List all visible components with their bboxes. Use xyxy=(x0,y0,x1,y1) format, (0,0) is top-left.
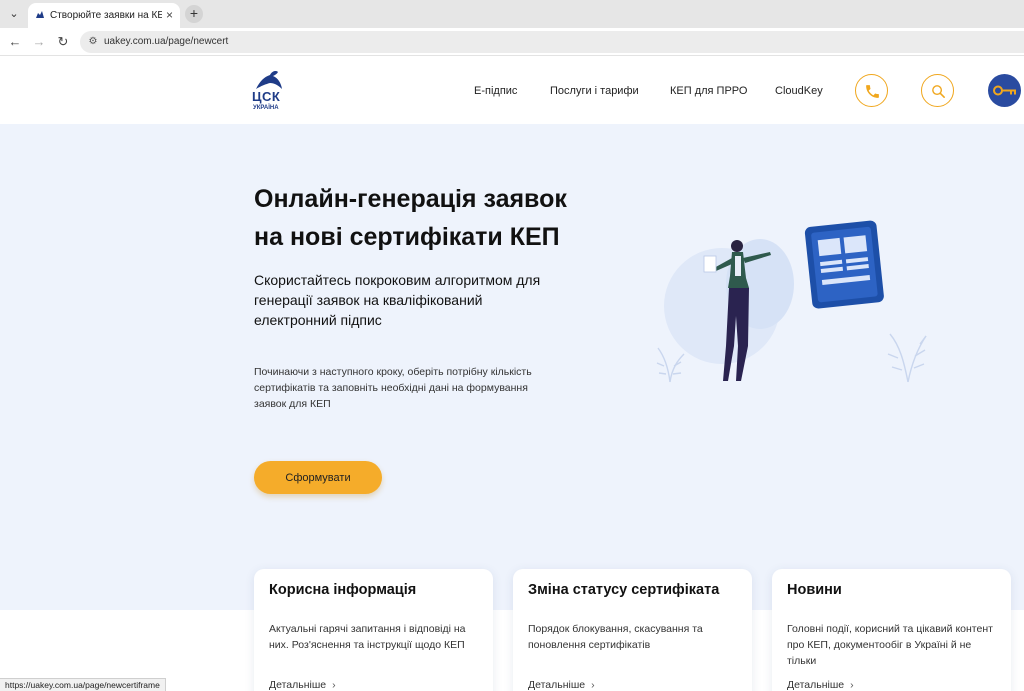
logo-bird-icon xyxy=(256,71,282,89)
card-text: Порядок блокування, скасування та поновл… xyxy=(528,623,703,651)
site-info-icon[interactable]: ⚙ xyxy=(86,35,100,49)
browser-status-url: https://uakey.com.ua/page/newcertiframe xyxy=(0,678,166,691)
card-details-link[interactable]: Детальніше › xyxy=(787,679,854,691)
page-title-line-2: на нові сертифікати КЕП xyxy=(254,223,560,251)
chevron-right-icon: › xyxy=(332,679,336,691)
plant-right-icon xyxy=(887,333,927,383)
card-details-link[interactable]: Детальніше › xyxy=(269,679,336,691)
card-details-label: Детальніше xyxy=(269,679,327,691)
tab-close-icon[interactable]: × xyxy=(166,8,173,22)
site-favicon-icon xyxy=(36,11,44,18)
phone-button[interactable] xyxy=(855,74,888,107)
search-icon xyxy=(932,85,945,98)
tab-title: Створюйте заявки на КЕП онлайн xyxy=(50,10,162,21)
chevron-right-icon: › xyxy=(850,679,854,691)
new-tab-button[interactable]: + xyxy=(185,5,203,23)
plant-left-icon xyxy=(656,347,685,383)
site-header: ЦСК УКРАЇНА Е-підпис Послуги і тарифи КЕ… xyxy=(0,57,1024,124)
reload-icon[interactable]: ↻ xyxy=(55,34,71,50)
browser-tab-active[interactable]: Створюйте заявки на КЕП онлайн × xyxy=(28,3,180,28)
url-text: uakey.com.ua/page/newcert xyxy=(104,36,229,47)
chevron-right-icon: › xyxy=(591,679,595,691)
browser-tab-bar: ⌄ Створюйте заявки на КЕП онлайн × + xyxy=(0,0,1024,28)
hero-lead-text: Скористайтесь покроковим алгоритмом для … xyxy=(254,272,541,328)
card-title: Корисна інформація xyxy=(269,582,417,598)
card-details-link[interactable]: Детальніше › xyxy=(528,679,595,691)
card-useful-info[interactable]: Корисна інформація Актуальні гарячі запи… xyxy=(254,569,493,691)
hero-note-text: Починаючи з наступного кроку, оберіть по… xyxy=(254,366,532,410)
card-details-label: Детальніше xyxy=(787,679,845,691)
card-title: Новини xyxy=(787,582,842,598)
card-news[interactable]: Новини Головні події, корисний та цікави… xyxy=(772,569,1011,691)
browser-address-bar: ← → ↻ ⚙ uakey.com.ua/page/newcert xyxy=(0,28,1024,56)
forward-arrow-icon[interactable]: → xyxy=(31,34,47,50)
logo-subtitle: УКРАЇНА xyxy=(253,105,279,111)
nav-item-cloudkey[interactable]: CloudKey xyxy=(775,84,823,98)
hero-section: Онлайн-генерація заявок на нові сертифік… xyxy=(0,124,1024,610)
card-details-label: Детальніше xyxy=(528,679,586,691)
page-title-line-1: Онлайн-генерація заявок xyxy=(254,185,567,213)
card-certificate-status[interactable]: Зміна статусу сертифіката Порядок блокув… xyxy=(513,569,752,691)
cabinet-key-button[interactable] xyxy=(988,74,1021,107)
search-button[interactable] xyxy=(921,74,954,107)
nav-item-e-signature[interactable]: Е-підпис xyxy=(474,84,517,98)
page-title: Онлайн-генерація заявок на нові сертифік… xyxy=(254,180,654,256)
hero-illustration xyxy=(656,220,927,383)
key-icon xyxy=(993,85,1016,96)
card-text: Головні події, корисний та цікавий конте… xyxy=(787,623,993,667)
site-logo[interactable]: ЦСК УКРАЇНА xyxy=(252,69,292,113)
tablet-icon xyxy=(804,220,884,309)
nav-item-services-tariffs[interactable]: Послуги і тарифи xyxy=(550,84,639,98)
back-arrow-icon[interactable]: ← xyxy=(7,34,23,50)
url-input[interactable]: ⚙ uakey.com.ua/page/newcert xyxy=(80,31,1024,53)
nav-item-kep-prro[interactable]: КЕП для ПРРО xyxy=(670,84,747,98)
logo-text: ЦСК xyxy=(252,89,281,104)
card-text: Актуальні гарячі запитання і відповіді н… xyxy=(269,623,466,651)
phone-icon xyxy=(866,85,879,98)
generate-request-button[interactable]: Сформувати xyxy=(254,461,382,494)
tab-list-chevron-icon[interactable]: ⌄ xyxy=(6,6,22,22)
card-title: Зміна статусу сертифіката xyxy=(528,582,720,598)
